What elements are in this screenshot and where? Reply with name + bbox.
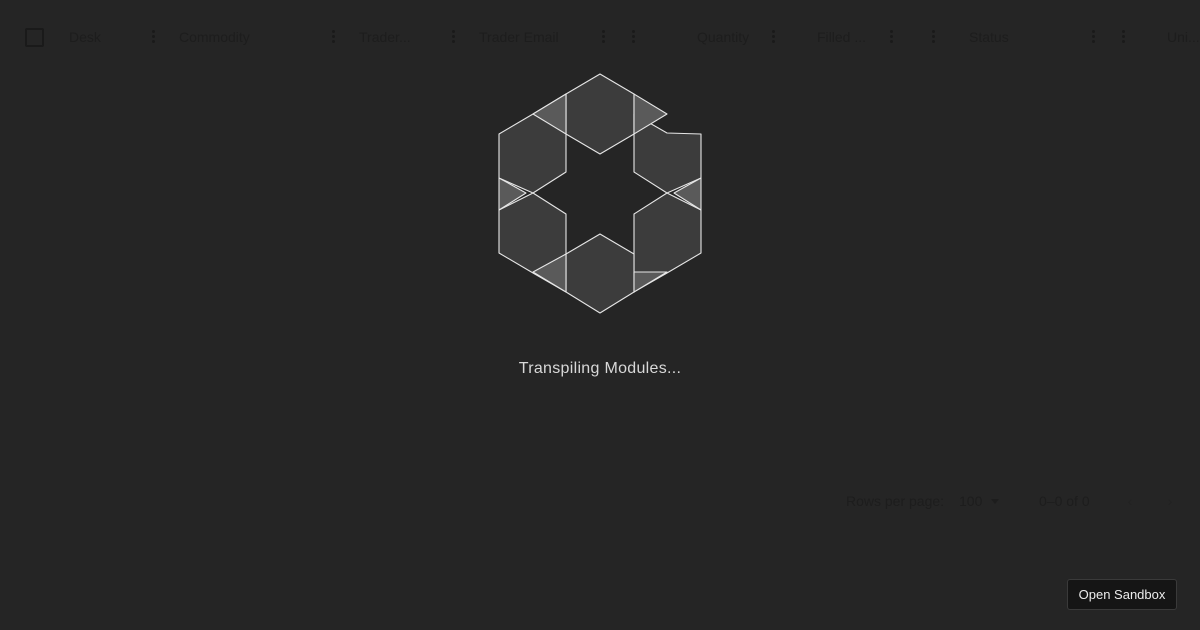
grid-header: Desk Commodity Trader... Trader Email Qu… [0,20,1200,54]
column-header-quantity[interactable]: Quantity [697,20,749,54]
open-sandbox-button[interactable]: Open Sandbox [1067,579,1177,610]
column-menu-icon[interactable] [152,30,156,44]
column-header-unit-price[interactable]: Uni... [1167,20,1200,54]
column-header-filled-quantity[interactable]: Filled ... [817,20,866,54]
loading-message: Transpiling Modules... [518,360,682,377]
next-page-button[interactable]: › [1160,491,1180,511]
column-header-commodity[interactable]: Commodity [179,20,250,54]
column-menu-icon[interactable] [452,30,456,44]
rows-per-page-select[interactable]: 100 [959,488,982,514]
column-menu-icon[interactable] [772,30,776,44]
column-header-status[interactable]: Status [969,20,1009,54]
pagination-range: 0–0 of 0 [1039,493,1090,509]
column-header-trader-name[interactable]: Trader... [359,20,411,54]
select-all-checkbox[interactable] [25,28,44,47]
column-header-trader-email[interactable]: Trader Email [479,20,559,54]
column-menu-icon[interactable] [890,30,894,44]
column-menu-icon[interactable] [632,30,636,44]
column-menu-icon[interactable] [1092,30,1096,44]
column-header-desk[interactable]: Desk [69,20,101,54]
column-menu-icon[interactable] [932,30,936,44]
hexagon-loader-icon [498,73,702,314]
caret-down-icon[interactable] [991,499,999,504]
sandbox-preview: Desk Commodity Trader... Trader Email Qu… [0,0,1200,630]
rows-per-page-label: Rows per page: [846,493,945,509]
column-menu-icon[interactable] [332,30,336,44]
column-menu-icon[interactable] [602,30,606,44]
previous-page-button[interactable]: ‹ [1120,491,1140,511]
column-menu-icon[interactable] [1122,30,1126,44]
